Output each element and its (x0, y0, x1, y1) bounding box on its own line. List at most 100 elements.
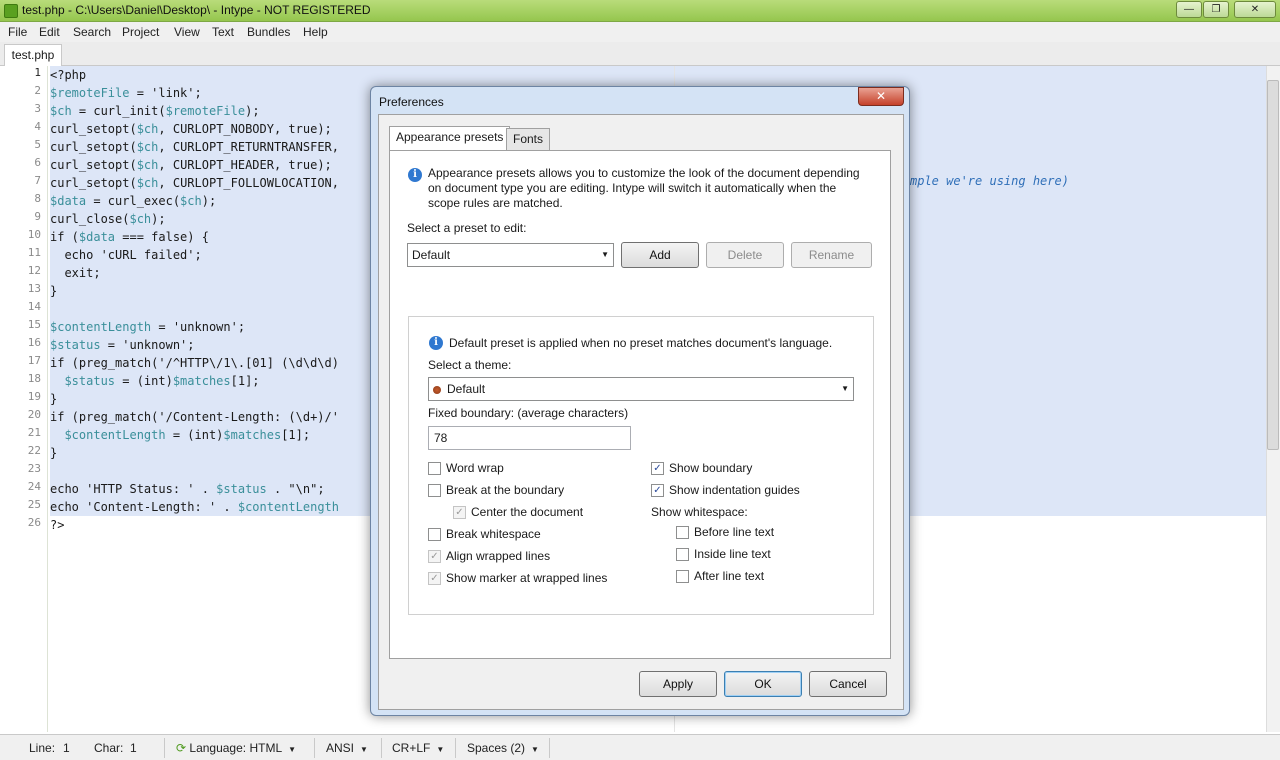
chevron-down-icon: ▼ (360, 745, 368, 754)
show-boundary-checkbox[interactable]: ✓ (651, 462, 664, 475)
after-line-text-label[interactable]: After line text (694, 569, 764, 583)
info-icon: i (429, 336, 443, 350)
code-line: } (50, 284, 58, 298)
menu-bar: File Edit Search Project View Text Bundl… (0, 22, 1280, 42)
line-number: 15 (27, 318, 41, 331)
line-number: 13 (27, 282, 41, 295)
tab-fonts[interactable]: Fonts (506, 128, 551, 150)
show-marker-checkbox[interactable]: ✓ (428, 572, 441, 585)
menu-edit[interactable]: Edit (39, 25, 60, 39)
line-number: 12 (27, 264, 41, 277)
align-wrapped-label[interactable]: Align wrapped lines (446, 549, 550, 563)
app-icon (4, 4, 18, 18)
status-separator (381, 738, 382, 758)
code-line: } (50, 392, 58, 406)
show-indentation-guides-checkbox[interactable]: ✓ (651, 484, 664, 497)
line-number: 10 (27, 228, 41, 241)
code-line: echo 'HTTP Status: ' . $status . "\n"; (50, 482, 325, 496)
break-boundary-checkbox[interactable] (428, 484, 441, 497)
rename-button[interactable]: Rename (791, 242, 872, 268)
minimize-button[interactable]: — (1176, 1, 1202, 18)
word-wrap-checkbox[interactable] (428, 462, 441, 475)
preset-settings-group: i Default preset is applied when no pres… (408, 316, 874, 615)
line-number-gutter: 1 2 3 4 5 6 7 8 9 10 11 12 13 14 15 16 17 18 19 20 21 22 23 24 2… (0, 66, 48, 732)
code-line: $status = 'unknown'; (50, 338, 195, 352)
dialog-close-button[interactable]: ✕ (858, 87, 904, 106)
code-line: exit; (50, 266, 101, 280)
language-selector[interactable]: ⟳ Language: HTML ▼ (176, 741, 296, 755)
window-titlebar[interactable]: test.php - C:\Users\Daniel\Desktop\ - In… (0, 0, 1280, 22)
menu-file[interactable]: File (8, 25, 27, 39)
show-indentation-guides-label[interactable]: Show indentation guides (669, 483, 800, 497)
break-boundary-label[interactable]: Break at the boundary (446, 483, 564, 497)
scrollbar-thumb[interactable] (1267, 80, 1279, 450)
indent-selector[interactable]: Spaces (2) ▼ (467, 741, 539, 755)
line-number: 17 (27, 354, 41, 367)
after-line-text-checkbox[interactable] (676, 570, 689, 583)
center-document-label[interactable]: Center the document (471, 505, 583, 519)
maximize-button[interactable]: ❐ (1203, 1, 1229, 18)
code-comment: mple we're using here) (910, 174, 1069, 188)
code-line: $remoteFile = 'link'; (50, 86, 202, 100)
info-icon: i (408, 168, 422, 182)
menu-text[interactable]: Text (212, 25, 234, 39)
status-separator (549, 738, 550, 758)
line-number: 2 (34, 84, 41, 97)
menu-help[interactable]: Help (303, 25, 328, 39)
add-button[interactable]: Add (621, 242, 699, 268)
code-line: $ch = curl_init($remoteFile); (50, 104, 260, 118)
fixed-boundary-input[interactable]: 78 (428, 426, 631, 450)
inside-line-text-label[interactable]: Inside line text (694, 547, 771, 561)
tab-appearance-presets[interactable]: Appearance presets (389, 126, 511, 150)
code-line: echo 'Content-Length: ' . $contentLength (50, 500, 339, 514)
line-number: 3 (34, 102, 41, 115)
tab-test-php[interactable]: test.php (4, 44, 62, 66)
show-marker-label[interactable]: Show marker at wrapped lines (446, 571, 607, 585)
code-line: if (preg_match('/^HTTP\/1\.[01] (\d\d\d) (50, 356, 339, 370)
encoding-selector[interactable]: ANSI ▼ (326, 741, 368, 755)
align-wrapped-checkbox[interactable]: ✓ (428, 550, 441, 563)
preset-dropdown[interactable]: Default ▼ (407, 243, 614, 267)
break-whitespace-checkbox[interactable] (428, 528, 441, 541)
show-whitespace-label: Show whitespace: (651, 505, 748, 519)
break-whitespace-label[interactable]: Break whitespace (446, 527, 541, 541)
before-line-text-label[interactable]: Before line text (694, 525, 774, 539)
center-document-checkbox[interactable]: ✓ (453, 506, 466, 519)
chevron-down-icon: ▼ (436, 745, 445, 754)
delete-button[interactable]: Delete (706, 242, 784, 268)
code-line: curl_close($ch); (50, 212, 166, 226)
line-ending-selector[interactable]: CR+LF ▼ (392, 741, 444, 755)
appearance-presets-panel: i Appearance presets allows you to custo… (389, 150, 891, 659)
line-number: 5 (34, 138, 41, 151)
theme-dropdown[interactable]: Default ▼ (428, 377, 854, 401)
menu-view[interactable]: View (174, 25, 200, 39)
fixed-boundary-label: Fixed boundary: (average characters) (428, 406, 629, 420)
char-value: 1 (130, 741, 137, 755)
close-window-button[interactable]: ✕ (1234, 1, 1276, 18)
info-text-line-2: on document type you are editing. Intype… (428, 181, 837, 195)
word-wrap-label[interactable]: Word wrap (446, 461, 504, 475)
show-boundary-label[interactable]: Show boundary (669, 461, 752, 475)
info-text-line-3: scope rules are matched. (428, 196, 563, 210)
inside-line-text-checkbox[interactable] (676, 548, 689, 561)
dialog-body: Appearance presets Fonts i Appearance pr… (378, 114, 904, 710)
apply-button[interactable]: Apply (639, 671, 717, 697)
line-value: 1 (63, 741, 70, 755)
code-line: <?php (50, 68, 87, 82)
ok-button[interactable]: OK (724, 671, 802, 697)
close-icon: ✕ (875, 89, 887, 103)
code-line: echo 'cURL failed'; (50, 248, 202, 262)
menu-bundles[interactable]: Bundles (247, 25, 290, 39)
menu-project[interactable]: Project (122, 25, 159, 39)
chevron-down-icon: ▼ (288, 745, 297, 754)
line-number: 20 (27, 408, 41, 421)
cancel-button[interactable]: Cancel (809, 671, 887, 697)
char-label: Char: (94, 741, 124, 755)
line-number: 22 (27, 444, 41, 457)
line-number: 6 (34, 156, 41, 169)
before-line-text-checkbox[interactable] (676, 526, 689, 539)
menu-search[interactable]: Search (73, 25, 111, 39)
code-line: curl_setopt($ch, CURLOPT_RETURNTRANSFER, (50, 140, 340, 154)
line-number: 16 (27, 336, 41, 349)
code-line: curl_setopt($ch, CURLOPT_HEADER, true); (50, 158, 332, 172)
